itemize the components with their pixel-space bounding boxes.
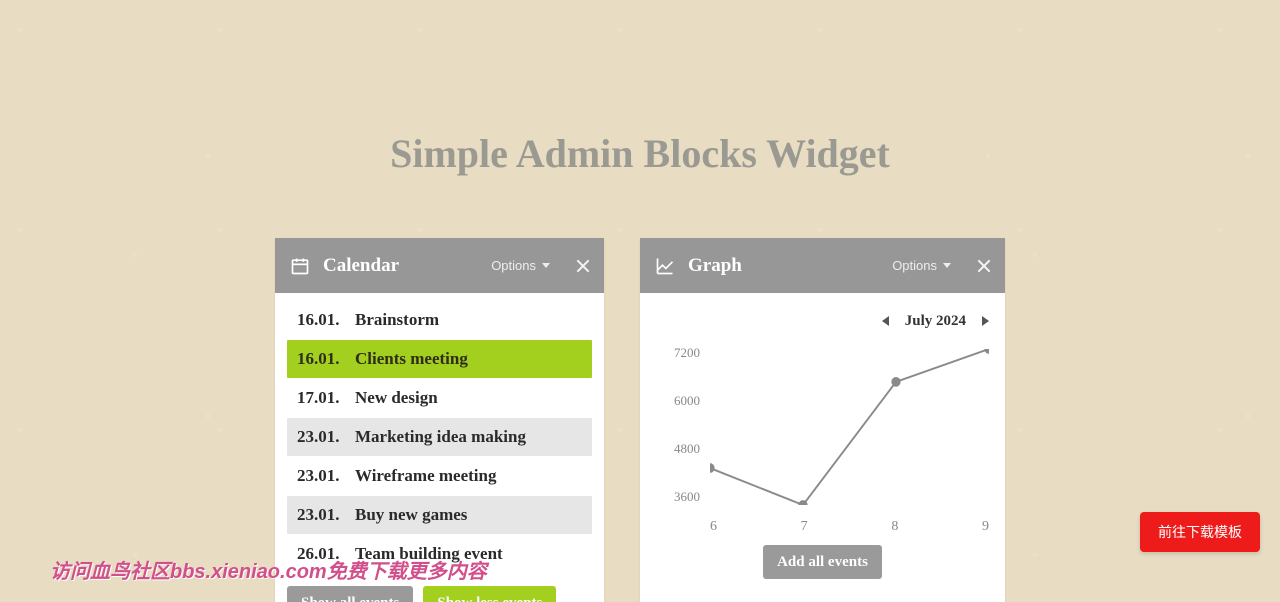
y-tick: 4800	[656, 441, 700, 457]
event-label: Marketing idea making	[355, 427, 526, 447]
event-row[interactable]: 23.01.Wireframe meeting	[287, 457, 592, 495]
show-all-events-button[interactable]: Show all events	[287, 586, 413, 602]
event-row[interactable]: 17.01.New design	[287, 379, 592, 417]
event-date: 16.01.	[297, 349, 355, 369]
graph-header: Graph Options	[640, 238, 1005, 293]
graph-close-icon[interactable]	[977, 259, 991, 273]
show-less-events-button[interactable]: Show less events	[423, 586, 556, 602]
event-list: 16.01.Brainstorm16.01.Clients meeting17.…	[275, 293, 604, 573]
plot-area	[710, 349, 989, 505]
event-date: 16.01.	[297, 310, 355, 330]
y-tick: 7200	[656, 345, 700, 361]
x-tick: 8	[891, 519, 898, 535]
event-label: Wireframe meeting	[355, 466, 496, 486]
event-label: Clients meeting	[355, 349, 468, 369]
add-all-events-button[interactable]: Add all events	[763, 545, 882, 579]
event-row[interactable]: 23.01.Marketing idea making	[287, 418, 592, 456]
watermark-text: 访问血鸟社区bbs.xieniao.com免费下载更多内容	[50, 555, 487, 584]
x-axis: 6 7 8 9	[710, 519, 989, 535]
graph-widget: Graph Options July 2024 7200 6000 4800 3600…	[640, 238, 1005, 602]
options-label: Options	[491, 258, 536, 273]
event-date: 23.01.	[297, 427, 355, 447]
calendar-header: Calendar Options	[275, 238, 604, 293]
y-axis: 7200 6000 4800 3600	[656, 345, 706, 505]
event-row[interactable]: 16.01.Brainstorm	[287, 301, 592, 339]
y-tick: 6000	[656, 393, 700, 409]
event-row[interactable]: 16.01.Clients meeting	[287, 340, 592, 378]
event-row[interactable]: 23.01.Buy new games	[287, 496, 592, 534]
prev-period-button[interactable]	[882, 316, 889, 326]
graph-title: Graph	[688, 255, 742, 277]
page-title: Simple Admin Blocks Widget	[0, 130, 1280, 177]
calendar-options-dropdown[interactable]: Options	[491, 258, 550, 273]
x-tick: 7	[801, 519, 808, 535]
graph-chart: 7200 6000 4800 3600 6 7 8 9	[656, 345, 989, 535]
graph-options-dropdown[interactable]: Options	[892, 258, 951, 273]
x-tick: 9	[982, 519, 989, 535]
chart-line-icon	[654, 255, 676, 277]
y-tick: 3600	[656, 489, 700, 505]
x-tick: 6	[710, 519, 717, 535]
next-period-button[interactable]	[982, 316, 989, 326]
calendar-widget: Calendar Options 16.01.Brainstorm16.01.C…	[275, 238, 604, 602]
calendar-close-icon[interactable]	[576, 259, 590, 273]
chevron-down-icon	[542, 263, 550, 268]
calendar-title: Calendar	[323, 255, 399, 277]
options-label: Options	[892, 258, 937, 273]
graph-period-nav: July 2024	[656, 303, 989, 339]
event-date: 23.01.	[297, 466, 355, 486]
event-date: 23.01.	[297, 505, 355, 525]
graph-period-label: July 2024	[905, 313, 966, 330]
calendar-icon	[289, 255, 311, 277]
event-date: 17.01.	[297, 388, 355, 408]
event-label: New design	[355, 388, 438, 408]
event-label: Buy new games	[355, 505, 467, 525]
chevron-down-icon	[943, 263, 951, 268]
event-label: Brainstorm	[355, 310, 439, 330]
download-template-button[interactable]: 前往下载模板	[1140, 512, 1260, 552]
